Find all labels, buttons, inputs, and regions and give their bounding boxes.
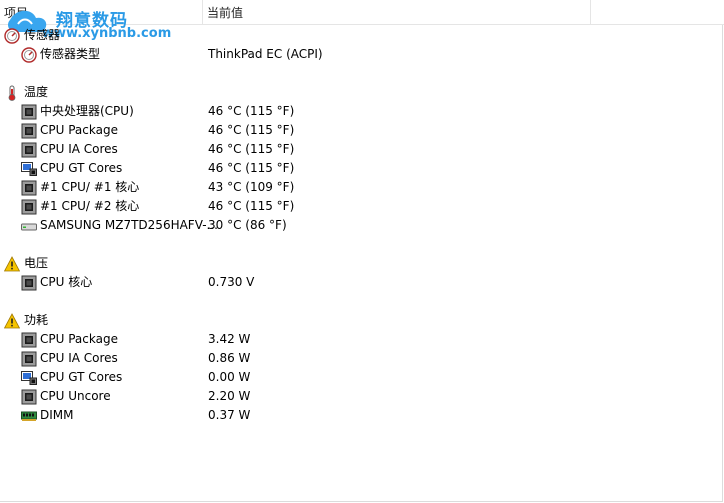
cpu-chip-icon: [21, 199, 37, 215]
sensor-row[interactable]: CPU GT Cores 46 °C (115 °F): [0, 159, 720, 178]
sensor-value: 46 °C (115 °F): [208, 123, 295, 137]
sensor-value: 3.42 W: [208, 332, 251, 346]
sensor-row[interactable]: SAMSUNG MZ7TD256HAFV-... 30 °C (86 °F): [0, 216, 720, 235]
cpu-chip-icon: [21, 142, 37, 158]
sensor-panel: [0, 0, 723, 502]
column-divider[interactable]: [202, 0, 203, 25]
cpu-chip-icon: [21, 180, 37, 196]
section-header[interactable]: 温度: [0, 83, 720, 102]
sensor-value: 0.37 W: [208, 408, 251, 422]
cpu-chip-icon: [21, 123, 37, 139]
sensor-row[interactable]: CPU 核心 0.730 V: [0, 273, 720, 292]
cpu-chip-icon: [21, 275, 37, 291]
sensor-label: CPU GT Cores: [40, 161, 123, 175]
section-header[interactable]: 功耗: [0, 311, 720, 330]
sensor-label: CPU 核心: [40, 275, 93, 289]
section-title: 电压: [24, 256, 49, 270]
sensor-row[interactable]: CPU Package 3.42 W: [0, 330, 720, 349]
section-header[interactable]: 电压: [0, 254, 720, 273]
section-header[interactable]: 传感器: [0, 26, 720, 45]
warning-icon: [3, 256, 21, 272]
section-title: 温度: [24, 85, 49, 99]
sensor-label: DIMM: [40, 408, 74, 422]
cpu-chip-icon: [21, 104, 37, 120]
gauge-icon: [4, 28, 20, 44]
sensor-value: 46 °C (115 °F): [208, 199, 295, 213]
sensor-label: CPU GT Cores: [40, 370, 123, 384]
sensor-label: #1 CPU/ #2 核心: [40, 199, 140, 213]
sensor-row[interactable]: CPU Package 46 °C (115 °F): [0, 121, 720, 140]
sensor-label: 中央处理器(CPU): [40, 104, 134, 118]
sensor-value: 30 °C (86 °F): [208, 218, 287, 232]
column-divider[interactable]: [590, 0, 591, 25]
sensor-label: 传感器类型: [40, 47, 101, 61]
sensor-row[interactable]: CPU IA Cores 46 °C (115 °F): [0, 140, 720, 159]
sensor-row[interactable]: 中央处理器(CPU) 46 °C (115 °F): [0, 102, 720, 121]
cpu-chip-icon: [21, 332, 37, 348]
gauge-icon: [21, 47, 37, 63]
sensor-label: CPU IA Cores: [40, 351, 118, 365]
disk-drive-icon: [21, 218, 37, 234]
sensor-value: 0.00 W: [208, 370, 251, 384]
memory-module-icon: [21, 408, 37, 424]
section-title: 传感器: [24, 28, 61, 42]
sensor-value: 2.20 W: [208, 389, 251, 403]
sensor-value: 46 °C (115 °F): [208, 161, 295, 175]
sensor-row[interactable]: CPU Uncore 2.20 W: [0, 387, 720, 406]
sensor-row[interactable]: CPU GT Cores 0.00 W: [0, 368, 720, 387]
sensor-value: 46 °C (115 °F): [208, 142, 295, 156]
section-title: 功耗: [24, 313, 49, 327]
sensor-value: 46 °C (115 °F): [208, 104, 295, 118]
sensor-row[interactable]: #1 CPU/ #2 核心 46 °C (115 °F): [0, 197, 720, 216]
thermometer-icon: [4, 85, 20, 101]
sensor-label: CPU Package: [40, 123, 118, 137]
cpu-chip-icon: [21, 389, 37, 405]
sensor-value: 0.730 V: [208, 275, 255, 289]
gpu-monitor-icon: [21, 161, 37, 177]
sensor-value: 0.86 W: [208, 351, 251, 365]
sensor-label: SAMSUNG MZ7TD256HAFV-...: [40, 218, 218, 232]
column-header-value[interactable]: 当前值: [207, 0, 243, 25]
sensor-label: CPU Package: [40, 332, 118, 346]
sensor-label: CPU Uncore: [40, 389, 111, 403]
cpu-chip-icon: [21, 351, 37, 367]
sensor-label: CPU IA Cores: [40, 142, 118, 156]
sensor-value: ThinkPad EC (ACPI): [208, 47, 323, 61]
sensor-value: 43 °C (109 °F): [208, 180, 295, 194]
sensor-row[interactable]: DIMM 0.37 W: [0, 406, 720, 425]
sensor-row[interactable]: #1 CPU/ #1 核心 43 °C (109 °F): [0, 178, 720, 197]
sensor-row[interactable]: CPU IA Cores 0.86 W: [0, 349, 720, 368]
gpu-monitor-icon: [21, 370, 37, 386]
sensor-row[interactable]: 传感器类型 ThinkPad EC (ACPI): [0, 45, 720, 64]
warning-icon: [3, 313, 21, 329]
sensor-label: #1 CPU/ #1 核心: [40, 180, 140, 194]
